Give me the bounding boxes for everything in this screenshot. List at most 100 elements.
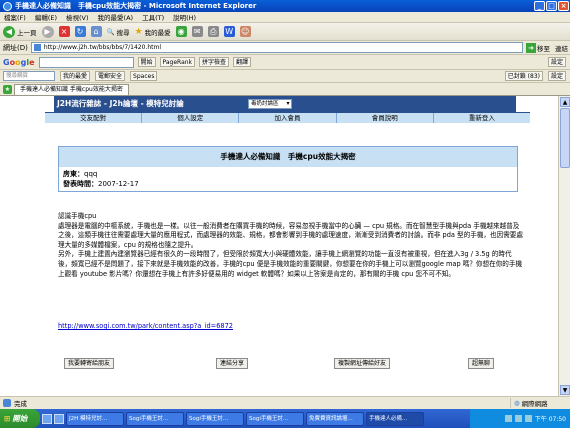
close-button[interactable]: × xyxy=(558,1,569,11)
spaces-button[interactable]: Spaces xyxy=(130,71,158,81)
google-start-button[interactable]: 開始 xyxy=(137,57,156,67)
google-toolbar: Google 開始 PageRank 拼字檢查 翻譯 設定 xyxy=(0,55,570,70)
volume-icon[interactable] xyxy=(514,415,522,422)
taskbar-item-active[interactable]: 手機達人必備... xyxy=(366,411,424,426)
vertical-scrollbar[interactable]: ▲ ▼ xyxy=(558,96,570,396)
taskbar: ⊞ 開始 J2H 模特兒討... Sogi手機王討... Sogi手機王討...… xyxy=(0,409,570,428)
go-button[interactable]: ➜ 移至 xyxy=(526,42,550,53)
menu-favorites[interactable]: 我的最愛(A) xyxy=(98,12,134,22)
scroll-down-icon[interactable]: ▼ xyxy=(560,385,570,395)
back-button[interactable]: ◀ 上一頁 xyxy=(3,25,37,38)
share-link-button[interactable]: 連結分享 xyxy=(216,358,249,369)
clock[interactable]: 下午 07:50 xyxy=(535,414,566,423)
nav-relogin[interactable]: 重新登入 xyxy=(434,113,530,123)
tab-bar: ★ 手機達人必備知識 手機cpu效能大揭密 xyxy=(0,83,570,96)
scroll-thumb[interactable] xyxy=(560,108,570,168)
messenger-icon[interactable]: ☺ xyxy=(239,26,251,37)
msn-toolbar: 搜尋網頁 我的最愛 電郵安全 Spaces 已封鎖 (83) 設定 xyxy=(0,70,570,83)
minimize-button[interactable]: _ xyxy=(534,1,545,11)
taskbar-item[interactable]: Sogi手機王討... xyxy=(246,411,304,426)
forum-select[interactable]: 毒奶討論區 xyxy=(248,99,292,109)
menu-file[interactable]: 檔案(F) xyxy=(4,12,26,22)
nav-dating[interactable]: 交友配對 xyxy=(45,113,143,123)
msn-settings-button[interactable]: 設定 xyxy=(547,71,566,81)
email-safety-button[interactable]: 電郵安全 xyxy=(95,71,126,81)
nav-help[interactable]: 會員說明 xyxy=(337,113,434,123)
go-label: 移至 xyxy=(537,44,550,53)
time-label: 發表時間： xyxy=(63,180,98,188)
popup-blocked-indicator[interactable]: 已封鎖 (83) xyxy=(504,71,543,81)
refresh-icon[interactable]: ↻ xyxy=(74,26,86,37)
post-time: 2007-12-17 xyxy=(98,180,139,188)
search-button[interactable]: 🔍 搜尋 xyxy=(107,27,130,37)
spelling-button[interactable]: 拼字檢查 xyxy=(199,57,230,67)
tab-favorites-icon[interactable]: ★ xyxy=(3,84,12,94)
globe-icon: ◍ xyxy=(514,399,520,407)
menu-help[interactable]: 說明(H) xyxy=(173,12,196,22)
menu-tools[interactable]: 工具(T) xyxy=(142,12,164,22)
google-search-input[interactable] xyxy=(38,56,134,68)
back-label: 上一頁 xyxy=(17,28,37,37)
nav-settings[interactable]: 個人設定 xyxy=(142,113,240,123)
menu-view[interactable]: 檢視(V) xyxy=(66,12,89,22)
taskbar-item[interactable]: J2H 模特兒討... xyxy=(66,411,124,426)
zone-label: 網際網路 xyxy=(521,400,548,408)
favorites-label: 我的最愛 xyxy=(144,28,171,37)
post-meta: 房東：qqq 發表時間：2007-12-17 xyxy=(59,167,517,191)
post-author[interactable]: qqq xyxy=(84,170,97,178)
word-icon[interactable]: W xyxy=(223,26,235,37)
boring-button[interactable]: 超無聊 xyxy=(468,358,495,369)
forward-button[interactable]: ▶ xyxy=(41,25,54,38)
forward-to-friend-button[interactable]: 我要轉寄給朋友 xyxy=(64,358,115,369)
tab-active[interactable]: 手機達人必備知識 手機cpu效能大揭密 xyxy=(14,83,129,95)
home-icon[interactable]: ⌂ xyxy=(90,26,102,37)
action-row: 我要轉寄給朋友 連結分享 複製網址傳給好友 超無聊 xyxy=(58,358,523,369)
address-url: http://www.j2h.tw/bbs/bbs/7/1420.html xyxy=(43,44,162,51)
network-icon[interactable] xyxy=(504,415,512,422)
stop-icon[interactable]: × xyxy=(58,26,70,37)
favorites-tb-button[interactable]: 我的最愛 xyxy=(60,71,91,81)
star-icon: ★ xyxy=(134,26,143,37)
windows-logo-icon: ⊞ xyxy=(4,414,11,423)
search-icon: 🔍 xyxy=(106,27,115,36)
source-link[interactable]: http://www.sogi.com.tw/park/content.asp?… xyxy=(58,322,233,330)
web-search-input[interactable]: 搜尋網頁 xyxy=(3,71,55,81)
antivirus-icon[interactable] xyxy=(524,415,532,422)
translate-button[interactable]: 翻譯 xyxy=(233,57,252,67)
status-done: 完成 xyxy=(3,398,510,408)
menu-bar: 檔案(F) 編輯(E) 檢視(V) 我的最愛(A) 工具(T) 說明(H) xyxy=(0,12,570,23)
print-icon[interactable]: ⎙ xyxy=(207,26,219,37)
mail-icon[interactable]: ✉ xyxy=(191,26,203,37)
post-body: 認識手機cpu 處理器是電腦的中樞系統，手機也是一樣。以往一般消費者在購買手機的… xyxy=(58,212,523,279)
favorites-button[interactable]: ★ 我的最愛 xyxy=(135,27,171,37)
start-button[interactable]: ⊞ 開始 xyxy=(0,409,40,428)
post-header-box: 手機達人必備知識 手機cpu效能大揭密 房東：qqq 發表時間：2007-12-… xyxy=(58,146,518,192)
system-tray: 下午 07:50 xyxy=(470,409,570,428)
status-text: 完成 xyxy=(14,400,27,408)
quicklaunch-ie-icon[interactable] xyxy=(42,413,52,424)
site-header: J2H流行雜誌 - J2h論壇 - 模特兒討論 毒奶討論區 xyxy=(54,96,516,112)
taskbar-item[interactable]: 免費費資訊論壇... xyxy=(306,411,364,426)
title-bar: 手機達人必備知識 手機cpu效能大揭密 - Microsoft Internet… xyxy=(0,0,570,12)
page-icon xyxy=(33,44,41,51)
site-header-title: J2H流行雜誌 - J2h論壇 - 模特兒討論 xyxy=(57,99,184,108)
scroll-up-icon[interactable]: ▲ xyxy=(560,97,570,107)
post-paragraph: 認識手機cpu xyxy=(58,212,97,220)
page-done-icon xyxy=(3,399,11,407)
menu-edit[interactable]: 編輯(E) xyxy=(35,12,57,22)
post-paragraph: 處理器是電腦的中樞系統，手機也是一樣。以往一般消費者在購買手機的時候，容易忽視手… xyxy=(58,221,523,249)
quicklaunch-desktop-icon[interactable] xyxy=(54,413,64,424)
google-settings-button[interactable]: 設定 xyxy=(547,57,566,67)
address-input[interactable]: http://www.j2h.tw/bbs/bbs/7/1420.html xyxy=(30,42,523,53)
address-label: 網址(D) xyxy=(3,43,28,52)
taskbar-item[interactable]: Sogi手機王討... xyxy=(126,411,184,426)
links-button[interactable]: 連結 xyxy=(555,43,568,53)
maximize-button[interactable]: □ xyxy=(546,1,557,11)
media-icon[interactable]: ◉ xyxy=(175,26,187,37)
ie-logo-icon xyxy=(3,1,12,11)
author-label: 房東： xyxy=(63,170,84,178)
copy-url-button[interactable]: 複製網址傳給好友 xyxy=(334,358,391,369)
taskbar-item[interactable]: Sogi手機王討... xyxy=(186,411,244,426)
nav-join[interactable]: 加入會員 xyxy=(239,113,337,123)
google-logo: Google xyxy=(3,57,35,67)
